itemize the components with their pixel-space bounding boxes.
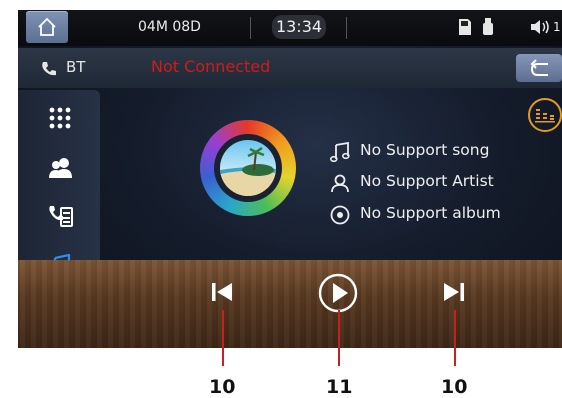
speaker-icon bbox=[530, 18, 552, 40]
background-floor bbox=[18, 260, 562, 348]
equalizer-button[interactable] bbox=[528, 98, 562, 132]
dialpad-icon bbox=[49, 107, 71, 129]
callout-number-play: 11 bbox=[326, 376, 353, 398]
date-display: 04M 08D bbox=[138, 19, 201, 35]
equalizer-icon bbox=[535, 109, 555, 123]
connection-status: Not Connected bbox=[151, 57, 271, 76]
album-name: No Support album bbox=[360, 204, 501, 222]
usb-icon bbox=[482, 18, 494, 40]
skip-previous-icon bbox=[212, 283, 232, 301]
back-button[interactable] bbox=[516, 54, 562, 82]
bluetooth-bar: BT Not Connected bbox=[18, 48, 562, 88]
music-note-icon bbox=[330, 142, 350, 162]
play-button[interactable] bbox=[318, 273, 358, 313]
album-disc-icon bbox=[330, 205, 350, 225]
person-icon bbox=[331, 174, 349, 193]
sidebar-item-call-log[interactable] bbox=[40, 196, 80, 236]
volume-level: 1 bbox=[553, 20, 561, 34]
sidebar-item-contacts[interactable] bbox=[40, 148, 80, 188]
bluetooth-label: BT bbox=[66, 58, 86, 76]
callout-number-previous: 10 bbox=[209, 376, 236, 398]
album-art-image bbox=[220, 140, 276, 196]
previous-track-button[interactable] bbox=[210, 281, 234, 303]
divider bbox=[250, 17, 251, 39]
callout-number-next: 10 bbox=[441, 376, 468, 398]
callout-line-previous bbox=[222, 310, 224, 366]
album-art-frame bbox=[214, 134, 282, 202]
home-button[interactable] bbox=[26, 11, 68, 43]
callout-line-next bbox=[454, 310, 456, 366]
call-log-icon bbox=[49, 206, 73, 227]
back-arrow-icon bbox=[530, 59, 548, 76]
contacts-icon bbox=[49, 158, 72, 178]
sd-card-icon bbox=[458, 18, 472, 40]
album-art-ring bbox=[200, 120, 296, 216]
artist-name: No Support Artist bbox=[360, 172, 494, 190]
divider bbox=[346, 17, 347, 39]
song-title: No Support song bbox=[360, 141, 490, 159]
callout-line-play bbox=[338, 310, 340, 366]
top-status-bar: 04M 08D 13:34 1 bbox=[18, 10, 562, 46]
sidebar-item-dialpad[interactable] bbox=[40, 98, 80, 138]
car-head-unit-screen: 04M 08D 13:34 1 BT Not Connected No Supp… bbox=[18, 10, 562, 348]
home-icon bbox=[38, 17, 56, 36]
next-track-button[interactable] bbox=[442, 281, 466, 303]
play-icon bbox=[318, 273, 358, 313]
phone-icon bbox=[40, 60, 58, 82]
clock-display: 13:34 bbox=[272, 15, 326, 39]
skip-next-icon bbox=[444, 283, 464, 301]
